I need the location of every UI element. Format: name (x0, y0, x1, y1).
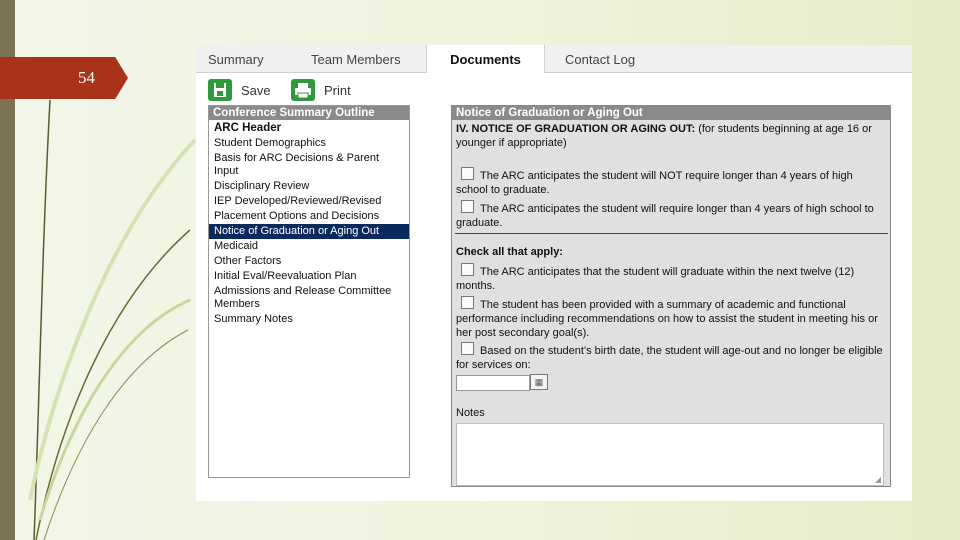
resize-grip-icon[interactable]: ◢ (875, 475, 881, 484)
section-divider (455, 233, 888, 234)
outline-item-arc-members[interactable]: Admissions and Release Committee Members (209, 284, 409, 312)
option-1-label: The ARC anticipates the student will NOT… (456, 170, 853, 196)
tab-bar: Summary Team Members Documents Contact L… (196, 45, 912, 73)
app-window: Summary Team Members Documents Contact L… (196, 45, 912, 501)
check-all-heading: Check all that apply: (456, 246, 563, 258)
slide-number: 54 (78, 68, 95, 87)
check-1-label: The ARC anticipates that the student wil… (456, 266, 855, 292)
floppy-icon (208, 79, 232, 101)
outline-item-disciplinary-review[interactable]: Disciplinary Review (209, 179, 409, 194)
tab-team-members[interactable]: Team Members (311, 45, 401, 72)
option-2-label: The ARC anticipates the student will req… (456, 203, 874, 229)
notes-label: Notes (456, 407, 485, 419)
save-button[interactable]: Save (208, 78, 271, 102)
print-button[interactable]: Print (291, 78, 351, 102)
tab-documents[interactable]: Documents (426, 45, 545, 73)
save-label: Save (241, 82, 271, 98)
section-title: IV. NOTICE OF GRADUATION OR AGING OUT: (456, 123, 696, 135)
tab-summary[interactable]: Summary (208, 45, 264, 72)
graduation-notice-form: Notice of Graduation or Aging Out IV. NO… (451, 105, 891, 487)
check-2-label: The student has been provided with a sum… (456, 299, 878, 339)
calendar-icon[interactable]: ▦ (530, 374, 548, 390)
check-3-label: Based on the student's birth date, the s… (456, 345, 883, 371)
printer-icon (291, 79, 315, 101)
print-label: Print (324, 82, 351, 98)
outline-item-placement-options[interactable]: Placement Options and Decisions (209, 209, 409, 224)
outline-header: Conference Summary Outline (209, 106, 409, 120)
outline-item-arc-header[interactable]: ARC Header (209, 121, 409, 136)
outline-item-other-factors[interactable]: Other Factors (209, 254, 409, 269)
tab-contact-log[interactable]: Contact Log (565, 45, 635, 72)
section-heading: IV. NOTICE OF GRADUATION OR AGING OUT: (… (456, 122, 884, 150)
form-header: Notice of Graduation or Aging Out (452, 106, 890, 120)
slide-number-badge: 54 (0, 57, 128, 99)
outline-list: ARC Header Student Demographics Basis fo… (209, 120, 409, 327)
outline-item-notice-of-graduation[interactable]: Notice of Graduation or Aging Out (209, 224, 409, 239)
outline-item-medicaid[interactable]: Medicaid (209, 239, 409, 254)
outline-item-initial-eval[interactable]: Initial Eval/Reevaluation Plan (209, 269, 409, 284)
outline-item-basis-for-arc-decisions[interactable]: Basis for ARC Decisions & Parent Input (209, 151, 409, 179)
age-out-date-input[interactable] (456, 375, 530, 391)
conference-summary-outline: Conference Summary Outline ARC Header St… (208, 105, 410, 478)
outline-item-iep-developed[interactable]: IEP Developed/Reviewed/Revised (209, 194, 409, 209)
outline-item-summary-notes[interactable]: Summary Notes (209, 312, 409, 327)
notes-textarea[interactable]: ◢ (456, 423, 884, 486)
outline-item-student-demographics[interactable]: Student Demographics (209, 136, 409, 151)
